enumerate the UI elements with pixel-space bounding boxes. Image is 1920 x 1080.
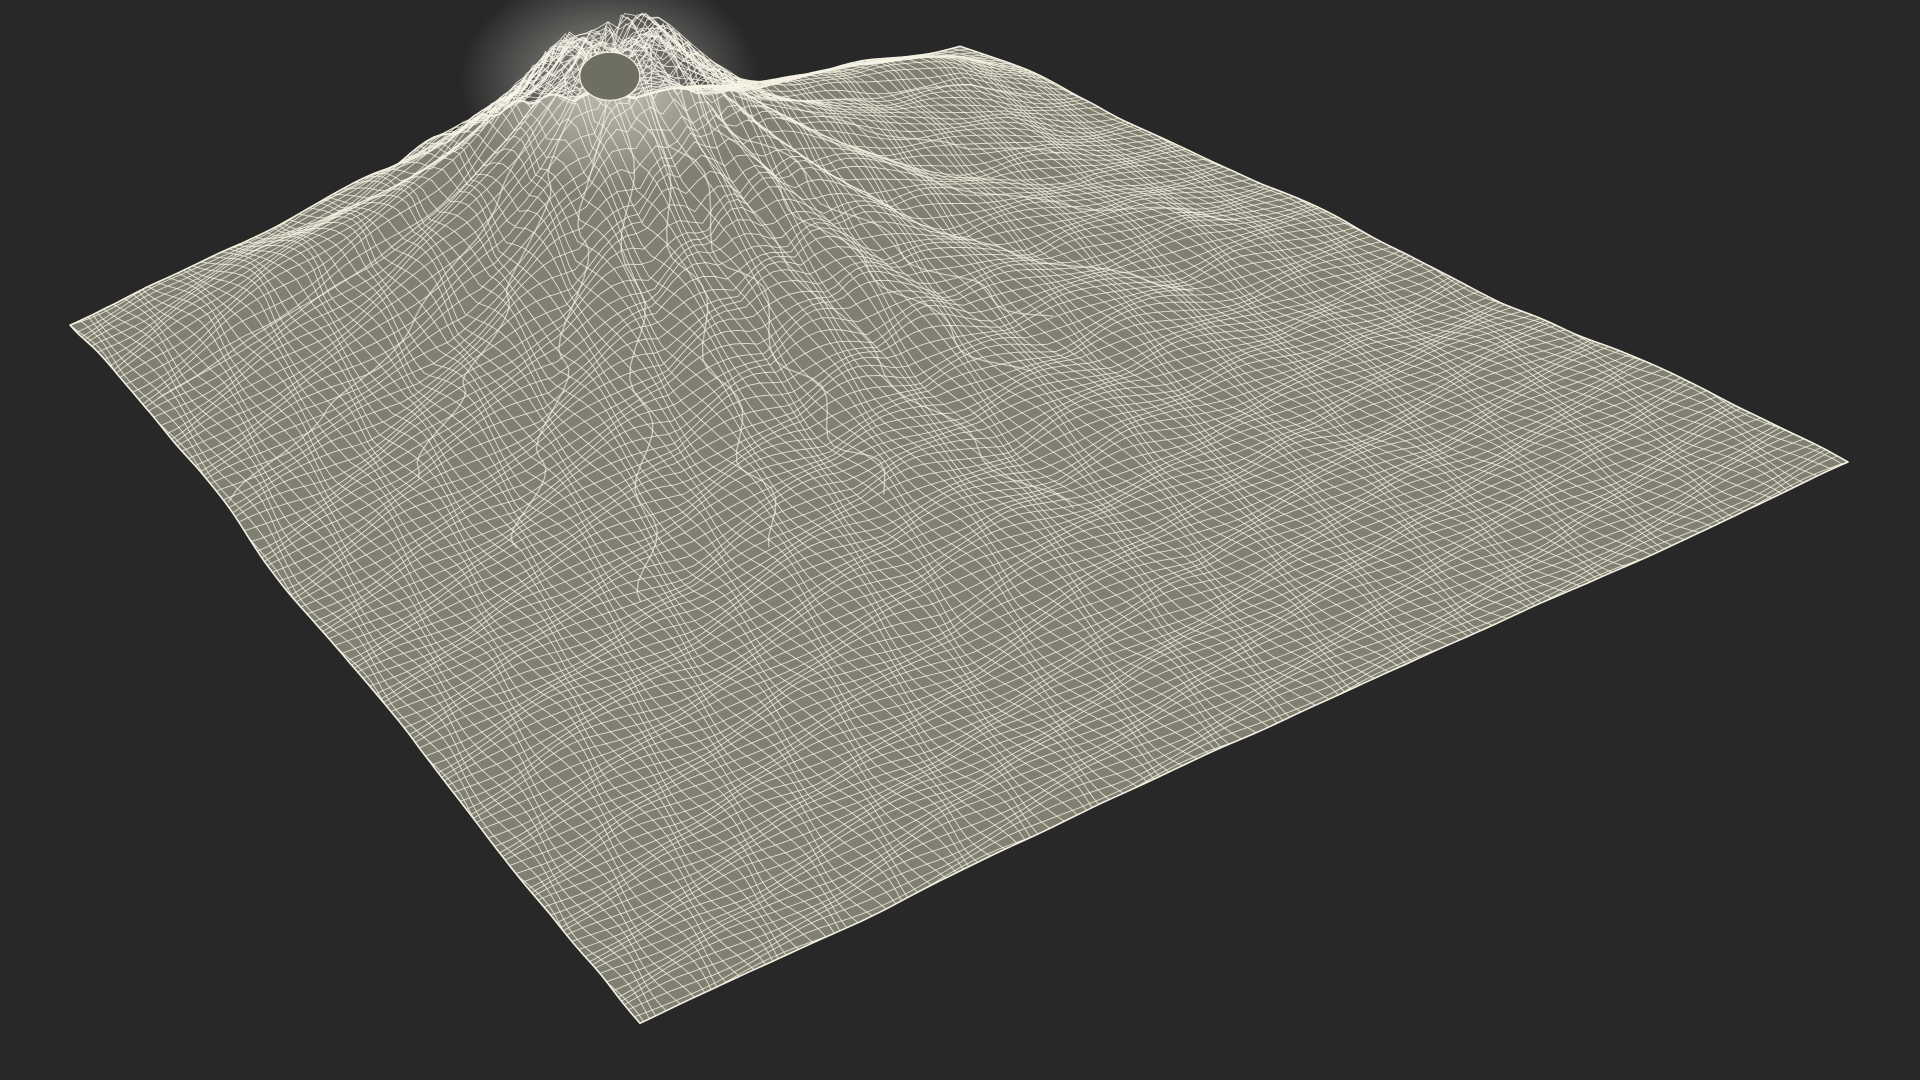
- volcano-wireframe-terrain: [69, 0, 1849, 1025]
- viewport: [0, 0, 1920, 1080]
- volcano-crater: [579, 51, 641, 101]
